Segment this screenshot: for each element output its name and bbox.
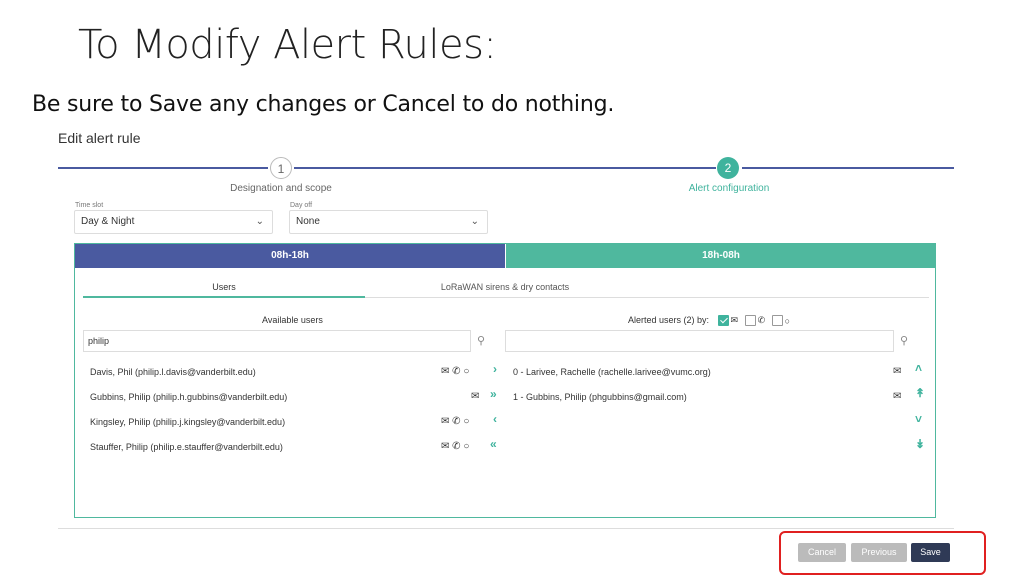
slide-title: To Modify Alert Rules: bbox=[78, 22, 497, 68]
email-icon: ✉ bbox=[441, 416, 450, 427]
step-1-label[interactable]: Designation and scope bbox=[200, 183, 362, 194]
phone-icon: ✆ bbox=[452, 441, 461, 452]
stepper-line bbox=[58, 167, 268, 169]
move-bottom-icon[interactable]: ↡ bbox=[915, 437, 925, 451]
phone-icon: ✆ bbox=[452, 366, 461, 377]
alerted-search-input[interactable] bbox=[505, 330, 894, 352]
alerted-users-heading-row: Alerted users (2) by: ✉ ✆ ○ bbox=[628, 315, 794, 327]
tab-08h-18h[interactable]: 08h-18h bbox=[75, 244, 505, 268]
alerted-users-heading: Alerted users (2) by: bbox=[628, 315, 710, 325]
chevron-down-icon: ⌄ bbox=[255, 216, 264, 227]
highlight-box bbox=[779, 531, 986, 575]
remove-all-arrow-icon[interactable]: « bbox=[490, 437, 497, 451]
chat-icon: ○ bbox=[784, 315, 791, 326]
day-off-value: None bbox=[296, 216, 320, 227]
available-users-heading: Available users bbox=[262, 315, 323, 325]
search-icon[interactable]: ⚲ bbox=[894, 330, 914, 352]
list-item[interactable]: 1 - Gubbins, Philip (phgubbins@gmail.com… bbox=[513, 392, 687, 402]
time-slot-select[interactable]: Day & Night ⌄ bbox=[74, 210, 273, 234]
phone-icon: ✆ bbox=[452, 416, 461, 427]
stepper-line bbox=[294, 167, 716, 169]
email-icon: ✉ bbox=[441, 441, 450, 452]
chat-icon: ○ bbox=[463, 441, 470, 452]
time-slot-value: Day & Night bbox=[81, 216, 135, 227]
day-off-label: Day off bbox=[290, 202, 313, 209]
add-user-arrow-icon[interactable]: › bbox=[493, 362, 497, 376]
email-icon: ✉ bbox=[730, 315, 739, 326]
time-slot-label: Time slot bbox=[75, 202, 104, 209]
list-item[interactable]: Davis, Phil (philip.l.davis@vanderbilt.e… bbox=[90, 367, 256, 377]
step-2-circle[interactable]: 2 bbox=[717, 157, 739, 179]
email-icon: ✉ bbox=[441, 366, 450, 377]
tab-active-indicator bbox=[83, 296, 365, 298]
email-icon: ✉ bbox=[893, 391, 902, 402]
email-icon: ✉ bbox=[471, 391, 480, 402]
slide-subtitle: Be sure to Save any changes or Cancel to… bbox=[32, 92, 615, 117]
day-off-select[interactable]: None ⌄ bbox=[289, 210, 488, 234]
email-checkbox[interactable] bbox=[717, 315, 729, 327]
list-item[interactable]: Stauffer, Philip (philip.e.stauffer@vand… bbox=[90, 442, 283, 452]
contact-icons: ✉ bbox=[471, 391, 479, 402]
sms-checkbox[interactable] bbox=[771, 315, 783, 327]
chat-icon: ○ bbox=[463, 416, 470, 427]
contact-icons: ✉ ✆ ○ bbox=[441, 366, 469, 377]
search-icon[interactable]: ⚲ bbox=[471, 330, 491, 352]
list-item[interactable]: Gubbins, Philip (philip.h.gubbins@vander… bbox=[90, 392, 287, 402]
contact-icons: ✉ ✆ ○ bbox=[441, 441, 469, 452]
available-search-input[interactable]: philip bbox=[83, 330, 471, 352]
move-top-icon[interactable]: ↟ bbox=[915, 386, 925, 400]
list-item[interactable]: Kingsley, Philip (philip.j.kingsley@vand… bbox=[90, 417, 285, 427]
move-down-icon[interactable]: ˅ bbox=[915, 412, 922, 426]
tab-lorawan[interactable]: LoRaWAN sirens & dry contacts bbox=[365, 282, 645, 292]
remove-user-arrow-icon[interactable]: ‹ bbox=[493, 412, 497, 426]
tab-users[interactable]: Users bbox=[83, 282, 365, 292]
step-2-label[interactable]: Alert configuration bbox=[648, 183, 810, 194]
list-item[interactable]: 0 - Larivee, Rachelle (rachelle.larivee@… bbox=[513, 367, 711, 377]
step-1-circle[interactable]: 1 bbox=[270, 157, 292, 179]
panel-title: Edit alert rule bbox=[58, 130, 141, 146]
alert-config-card: 08h-18h 18h-08h Users LoRaWAN sirens & d… bbox=[74, 243, 936, 518]
move-up-icon[interactable]: ˄ bbox=[915, 361, 922, 375]
chat-icon: ○ bbox=[463, 366, 470, 377]
stepper-line bbox=[742, 167, 954, 169]
phone-checkbox[interactable] bbox=[744, 315, 756, 327]
phone-icon: ✆ bbox=[757, 315, 766, 326]
add-all-arrow-icon[interactable]: » bbox=[490, 387, 497, 401]
tab-18h-08h[interactable]: 18h-08h bbox=[506, 244, 936, 268]
footer-divider bbox=[58, 528, 954, 529]
contact-icons: ✉ ✆ ○ bbox=[441, 416, 469, 427]
chevron-down-icon: ⌄ bbox=[470, 216, 479, 227]
email-icon: ✉ bbox=[893, 366, 902, 377]
